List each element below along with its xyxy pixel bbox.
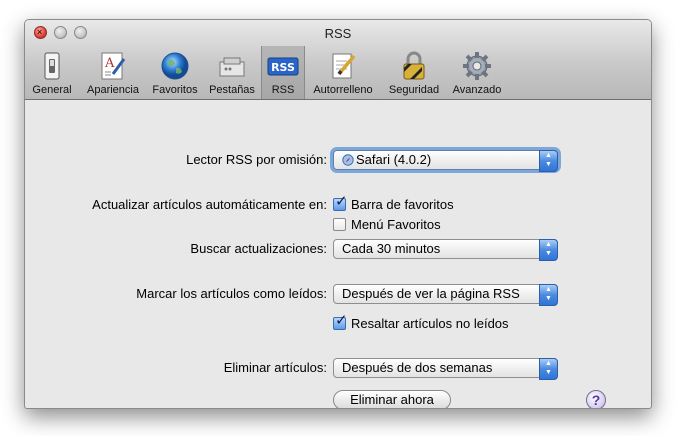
tab-label: Apariencia [87,84,139,96]
padlock-icon [403,51,425,80]
checkbox-label: Menú Favoritos [351,217,441,232]
rss-icon: RSS [267,57,299,76]
remove-articles-label: Eliminar artículos: [223,360,327,375]
font-sheet-icon: A [101,52,126,80]
help-button[interactable]: ? [586,390,606,408]
tab-favoritos[interactable]: Favoritos [149,48,201,98]
tab-label: General [32,84,72,96]
remove-now-button[interactable]: Eliminar ahora [333,390,451,408]
safari-compass-icon [342,154,354,166]
checkmark-icon: ✓ [335,193,348,210]
svg-text:A: A [104,56,115,71]
tab-general[interactable]: General [29,48,75,98]
tab-label: Autorrelleno [313,84,373,96]
checkbox-label: Resaltar artículos no leídos [351,316,509,331]
window-title: RSS [324,26,352,41]
tab-avanzado[interactable]: Avanzado [449,48,505,98]
preferences-window: × RSS General A Apariencia Favoritos Pes… [24,19,652,409]
switch-icon [44,52,60,80]
toolbar: × RSS General A Apariencia Favoritos Pes… [25,20,651,100]
check-updates-label: Buscar actualizaciones: [190,241,327,256]
tab-autorrelleno[interactable]: Autorrelleno [307,48,379,98]
tab-label: Avanzado [452,84,502,96]
mark-read-popup[interactable]: Después de ver la página RSS ▲ ▼ [333,284,558,306]
tab-apariencia[interactable]: A Apariencia [83,48,143,98]
tabs-icon [219,57,245,77]
tab-pestanas[interactable]: Pestañas [205,48,259,98]
remove-articles-popup[interactable]: Después de dos semanas ▲ ▼ [333,358,558,380]
mark-read-value: Después de ver la página RSS [342,286,520,301]
rss-preferences-pane: Lector RSS por omisión: Safari (4.0.2) ▲… [25,100,651,408]
checkbox-label: Barra de favoritos [351,197,454,212]
tab-label: RSS [271,84,295,96]
default-reader-popup[interactable]: Safari (4.0.2) ▲ ▼ [333,150,558,172]
pencil-form-icon [332,53,356,79]
checkmark-icon: ✓ [335,312,348,329]
default-reader-value: Safari (4.0.2) [356,152,432,167]
popup-arrows-icon: ▲ ▼ [539,239,558,261]
tab-label: Seguridad [388,84,440,96]
highlight-unread-checkbox[interactable]: ✓ Resaltar artículos no leídos [333,313,509,331]
mark-read-label: Marcar los artículos como leídos: [136,286,327,301]
update-label: Actualizar artículos automáticamente en: [92,197,327,212]
help-icon: ? [591,392,601,408]
check-updates-value: Cada 30 minutos [342,241,441,256]
bookmarks-menu-checkbox[interactable]: Menú Favoritos [333,217,441,232]
remove-articles-value: Después de dos semanas [342,360,493,375]
check-updates-popup[interactable]: Cada 30 minutos ▲ ▼ [333,239,558,261]
checkbox-checked[interactable]: ✓ [333,313,348,330]
bookmarks-bar-checkbox[interactable]: ✓ Barra de favoritos [333,194,454,212]
tab-label: Favoritos [152,84,198,96]
tab-label: Pestañas [209,84,255,96]
popup-arrows-icon: ▲ ▼ [539,358,558,380]
globe-icon [161,52,189,80]
reader-label: Lector RSS por omisión: [186,152,327,167]
popup-arrows-icon: ▲ ▼ [539,150,558,172]
gear-icon [463,52,491,80]
tab-seguridad[interactable]: Seguridad [383,48,445,98]
checkbox-checked[interactable]: ✓ [333,194,348,211]
popup-arrows-icon: ▲ ▼ [539,284,558,306]
checkbox-unchecked[interactable] [333,218,346,231]
rss-badge-text: RSS [271,61,295,74]
tab-rss[interactable]: RSS RSS [261,46,305,99]
